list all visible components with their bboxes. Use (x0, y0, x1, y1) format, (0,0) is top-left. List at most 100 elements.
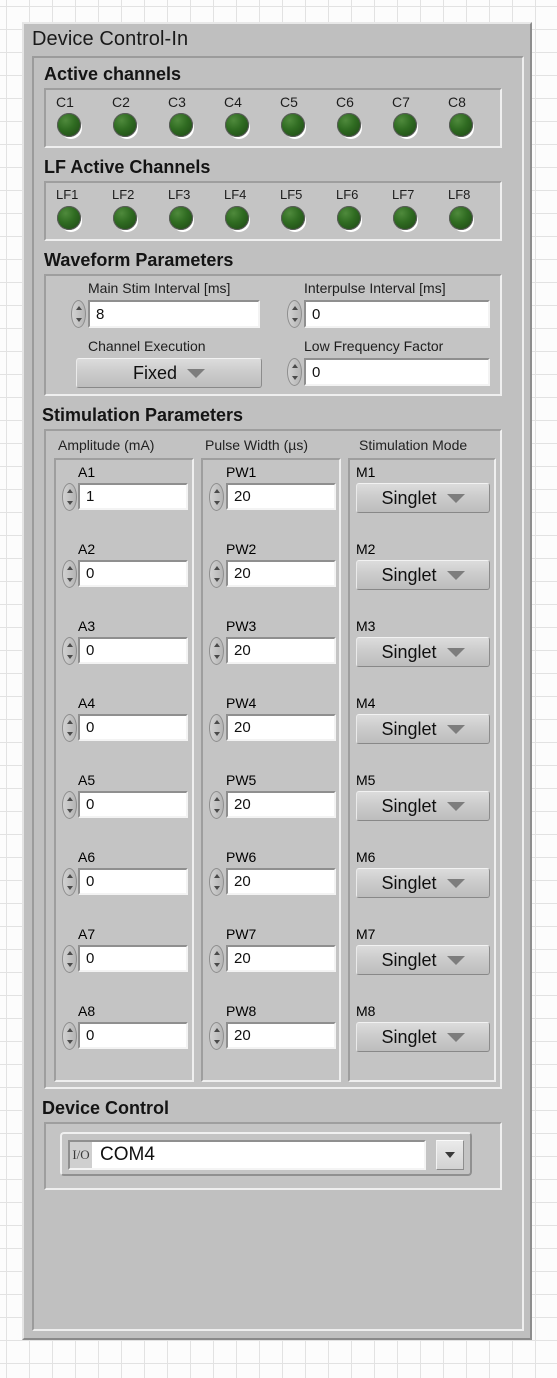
pulse-width-stepper[interactable] (209, 1022, 224, 1050)
channel-execution-value: Fixed (132, 362, 177, 383)
pulse-width-stepper[interactable] (209, 637, 224, 665)
pulse-width-input[interactable]: 20 (226, 945, 336, 972)
led-indicator[interactable] (337, 113, 361, 137)
channel-execution-dropdown[interactable]: Fixed (76, 358, 262, 388)
amplitude-input[interactable]: 0 (78, 791, 188, 818)
amplitude-input[interactable]: 0 (78, 945, 188, 972)
stimulation-parameters-label: Stimulation Parameters (42, 405, 244, 425)
active-channels-label: Active channels (44, 64, 182, 84)
amplitude-input[interactable]: 1 (78, 483, 188, 510)
labview-front-panel: Device Control-In Active channels C1 C2 … (0, 0, 557, 1378)
pulse-width-input[interactable]: 20 (226, 714, 336, 741)
led-indicator[interactable] (281, 113, 305, 137)
low-frequency-factor-label: Low Frequency Factor (304, 338, 444, 354)
visa-resource-value: COM4 (100, 1144, 155, 1165)
pulse-width-stepper[interactable] (209, 483, 224, 511)
mode-dropdown[interactable]: Singlet (356, 714, 490, 744)
main-stim-interval-label: Main Stim Interval [ms] (88, 280, 231, 296)
amplitude-input[interactable]: 0 (78, 868, 188, 895)
amplitude-stepper[interactable] (62, 868, 77, 896)
led-indicator[interactable] (113, 113, 137, 137)
amplitude-label: A7 (78, 926, 96, 942)
chevron-down-icon (187, 368, 205, 378)
visa-resource-dropdown-button[interactable] (436, 1140, 464, 1170)
inner-container: Active channels C1 C2 C3 C4 C5 C6 C7 C8 … (32, 56, 524, 1331)
led-indicator[interactable] (449, 113, 473, 137)
amplitude-stepper[interactable] (62, 791, 77, 819)
amplitude-label: A3 (78, 618, 96, 634)
channel-label: LF5 (280, 187, 303, 202)
chevron-down-icon (446, 647, 465, 657)
amplitude-input[interactable]: 0 (78, 637, 188, 664)
channel-label: C4 (224, 94, 242, 110)
led-indicator[interactable] (169, 206, 193, 230)
pulse-width-stepper[interactable] (209, 714, 224, 742)
mode-label: M7 (356, 926, 376, 942)
chevron-down-icon (446, 570, 465, 580)
pulse-width-label: PW6 (226, 849, 257, 865)
mode-dropdown[interactable]: Singlet (356, 560, 490, 590)
chevron-down-icon (446, 955, 465, 965)
mode-label: M4 (356, 695, 376, 711)
led-indicator[interactable] (393, 206, 417, 230)
pulse-width-input[interactable]: 20 (226, 560, 336, 587)
pulse-width-input[interactable]: 20 (226, 637, 336, 664)
lf-active-channels-label: LF Active Channels (44, 157, 211, 177)
amplitude-stepper[interactable] (62, 560, 77, 588)
interpulse-interval-stepper[interactable] (287, 300, 302, 328)
low-frequency-factor-input[interactable]: 0 (304, 358, 490, 386)
amplitude-input[interactable]: 0 (78, 1022, 188, 1049)
low-frequency-factor-stepper[interactable] (287, 358, 302, 386)
pulse-width-input[interactable]: 20 (226, 791, 336, 818)
io-icon: I/O (70, 1142, 92, 1168)
main-stim-interval-input[interactable]: 8 (88, 300, 260, 328)
visa-resource-combo[interactable]: I/O COM4 (60, 1132, 472, 1176)
led-indicator[interactable] (225, 206, 249, 230)
mode-value: Singlet (381, 872, 437, 893)
pulse-width-stepper[interactable] (209, 791, 224, 819)
amplitude-stepper[interactable] (62, 483, 77, 511)
led-indicator[interactable] (337, 206, 361, 230)
led-indicator[interactable] (113, 206, 137, 230)
led-indicator[interactable] (169, 113, 193, 137)
led-indicator[interactable] (393, 113, 417, 137)
pulse-width-stepper[interactable] (209, 945, 224, 973)
amplitude-label: A8 (78, 1003, 96, 1019)
mode-dropdown[interactable]: Singlet (356, 868, 490, 898)
pulse-width-stepper[interactable] (209, 868, 224, 896)
active-channels-cluster: C1 C2 C3 C4 C5 C6 C7 C8 (44, 88, 502, 148)
amplitude-stepper[interactable] (62, 637, 77, 665)
amplitude-stepper[interactable] (62, 945, 77, 973)
amplitude-stepper[interactable] (62, 1022, 77, 1050)
mode-value: Singlet (381, 795, 437, 816)
pulse-width-label: PW2 (226, 541, 257, 557)
led-indicator[interactable] (57, 113, 81, 137)
led-indicator[interactable] (449, 206, 473, 230)
pulse-width-input[interactable]: 20 (226, 483, 336, 510)
mode-dropdown[interactable]: Singlet (356, 945, 490, 975)
mode-dropdown[interactable]: Singlet (356, 791, 490, 821)
led-indicator[interactable] (225, 113, 249, 137)
device-control-in-panel: Device Control-In Active channels C1 C2 … (22, 22, 532, 1340)
led-indicator[interactable] (281, 206, 305, 230)
channel-label: LF7 (392, 187, 415, 202)
mode-dropdown[interactable]: Singlet (356, 483, 490, 513)
chevron-down-icon (446, 724, 465, 734)
pulse-width-stepper[interactable] (209, 560, 224, 588)
main-stim-interval-stepper[interactable] (71, 300, 86, 328)
pulse-width-input[interactable]: 20 (226, 1022, 336, 1049)
mode-dropdown[interactable]: Singlet (356, 1022, 490, 1052)
amplitude-input[interactable]: 0 (78, 560, 188, 587)
led-indicator[interactable] (57, 206, 81, 230)
amplitude-input[interactable]: 0 (78, 714, 188, 741)
interpulse-interval-input[interactable]: 0 (304, 300, 490, 328)
channel-label: C1 (56, 94, 74, 110)
visa-resource-field[interactable]: I/O COM4 (68, 1140, 426, 1170)
device-control-label: Device Control (42, 1098, 170, 1118)
mode-dropdown[interactable]: Singlet (356, 637, 490, 667)
amplitude-stepper[interactable] (62, 714, 77, 742)
pulse-width-input[interactable]: 20 (226, 868, 336, 895)
mode-value: Singlet (381, 641, 437, 662)
mode-value: Singlet (381, 564, 437, 585)
mode-value: Singlet (381, 487, 437, 508)
